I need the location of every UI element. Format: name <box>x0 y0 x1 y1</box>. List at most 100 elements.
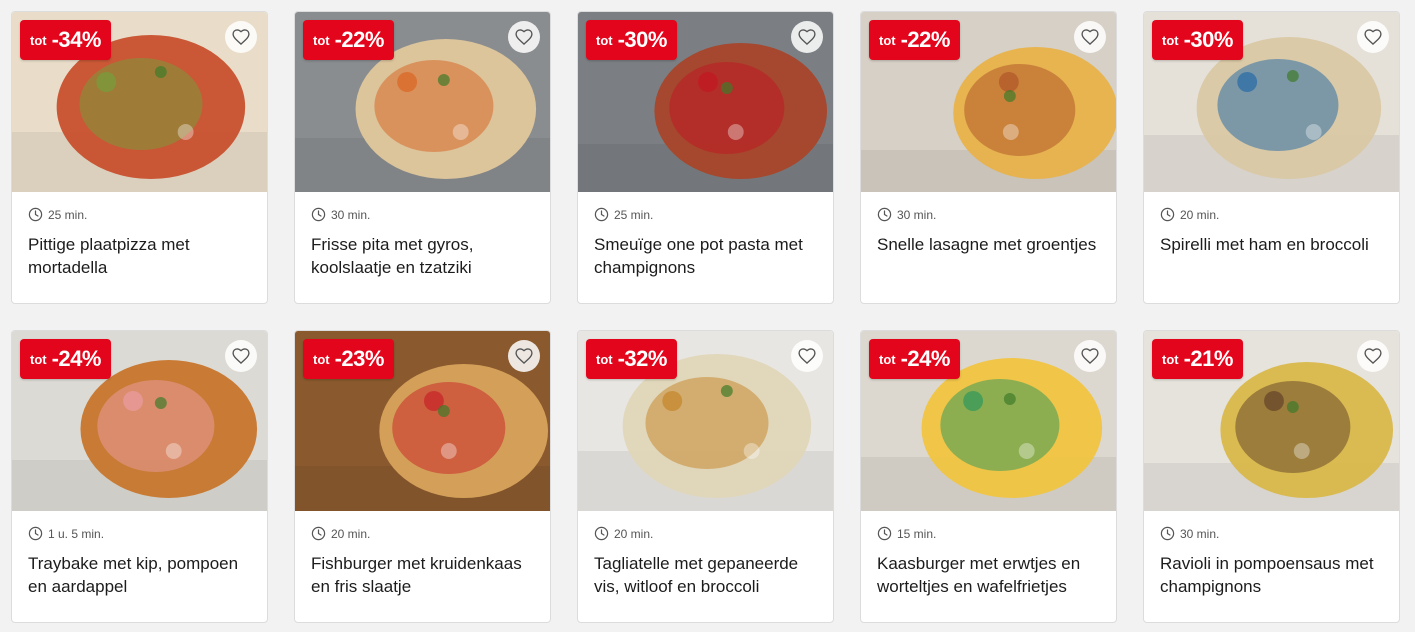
prep-time-label: 30 min. <box>331 207 371 222</box>
recipe-title[interactable]: Pittige plaatpizza met mortadella <box>28 233 251 279</box>
recipe-thumbnail[interactable]: tot -30% <box>578 12 833 192</box>
recipe-card[interactable]: tot -32% 20 min. Tagliatelle met gepanee… <box>577 330 834 623</box>
heart-outline-icon <box>515 348 533 364</box>
discount-prefix: tot <box>1162 351 1179 367</box>
recipe-card[interactable]: tot -22% 30 min. Frisse pita met gyros, … <box>294 11 551 304</box>
recipe-card[interactable]: tot -24% 15 min. Kaasburger met erwtjes … <box>860 330 1117 623</box>
discount-prefix: tot <box>313 351 330 367</box>
discount-value: -24% <box>51 346 102 371</box>
recipe-thumbnail[interactable]: tot -23% <box>295 331 550 511</box>
favorite-button[interactable] <box>225 340 257 372</box>
discount-value: -30% <box>1183 27 1234 52</box>
clock-icon <box>594 526 609 541</box>
recipe-title[interactable]: Ravioli in pompoensaus met champignons <box>1160 552 1383 598</box>
prep-time: 20 min. <box>1160 207 1399 222</box>
heart-outline-icon <box>1364 348 1382 364</box>
discount-prefix: tot <box>596 351 613 367</box>
discount-value: -23% <box>334 346 385 371</box>
prep-time: 20 min. <box>311 526 550 541</box>
discount-badge: tot -23% <box>303 339 394 379</box>
clock-icon <box>28 526 43 541</box>
prep-time-label: 20 min. <box>614 526 654 541</box>
prep-time-label: 20 min. <box>1180 207 1220 222</box>
prep-time: 1 u. 5 min. <box>28 526 267 541</box>
favorite-button[interactable] <box>1074 21 1106 53</box>
recipe-title[interactable]: Spirelli met ham en broccoli <box>1160 233 1383 256</box>
prep-time: 20 min. <box>594 526 833 541</box>
discount-badge: tot -24% <box>20 339 111 379</box>
recipe-card[interactable]: tot -21% 30 min. Ravioli in pompoensaus … <box>1143 330 1400 623</box>
discount-badge: tot -30% <box>1152 20 1243 60</box>
clock-icon <box>594 207 609 222</box>
recipe-thumbnail[interactable]: tot -22% <box>295 12 550 192</box>
recipe-card[interactable]: tot -30% 25 min. Smeuïge one pot pasta m… <box>577 11 834 304</box>
favorite-button[interactable] <box>1074 340 1106 372</box>
discount-value: -30% <box>617 27 668 52</box>
heart-outline-icon <box>1081 348 1099 364</box>
discount-prefix: tot <box>879 32 896 48</box>
recipe-thumbnail[interactable]: tot -22% <box>861 12 1116 192</box>
prep-time: 25 min. <box>28 207 267 222</box>
discount-value: -32% <box>617 346 668 371</box>
recipe-thumbnail[interactable]: tot -30% <box>1144 12 1399 192</box>
discount-value: -21% <box>1183 346 1234 371</box>
recipe-title[interactable]: Snelle lasagne met groentjes <box>877 233 1100 256</box>
heart-outline-icon <box>798 348 816 364</box>
discount-badge: tot -22% <box>303 20 394 60</box>
recipe-title[interactable]: Tagliatelle met gepaneerde vis, witloof … <box>594 552 817 598</box>
favorite-button[interactable] <box>508 340 540 372</box>
heart-outline-icon <box>798 29 816 45</box>
discount-badge: tot -34% <box>20 20 111 60</box>
clock-icon <box>311 207 326 222</box>
recipe-thumbnail[interactable]: tot -21% <box>1144 331 1399 511</box>
prep-time: 30 min. <box>877 207 1116 222</box>
discount-value: -34% <box>51 27 102 52</box>
recipe-card[interactable]: tot -30% 20 min. Spirelli met ham en bro… <box>1143 11 1400 304</box>
discount-prefix: tot <box>30 351 47 367</box>
discount-badge: tot -21% <box>1152 339 1243 379</box>
clock-icon <box>1160 207 1175 222</box>
prep-time-label: 25 min. <box>48 207 88 222</box>
discount-value: -22% <box>900 27 951 52</box>
discount-badge: tot -22% <box>869 20 960 60</box>
discount-value: -22% <box>334 27 385 52</box>
prep-time: 30 min. <box>1160 526 1399 541</box>
favorite-button[interactable] <box>225 21 257 53</box>
discount-badge: tot -24% <box>869 339 960 379</box>
discount-value: -24% <box>900 346 951 371</box>
recipe-title[interactable]: Kaasburger met erwtjes en worteltjes en … <box>877 552 1100 598</box>
prep-time-label: 1 u. 5 min. <box>48 526 105 541</box>
favorite-button[interactable] <box>791 21 823 53</box>
prep-time-label: 20 min. <box>331 526 371 541</box>
favorite-button[interactable] <box>791 340 823 372</box>
discount-badge: tot -30% <box>586 20 677 60</box>
recipe-thumbnail[interactable]: tot -24% <box>861 331 1116 511</box>
favorite-button[interactable] <box>1357 21 1389 53</box>
recipe-card[interactable]: tot -22% 30 min. Snelle lasagne met groe… <box>860 11 1117 304</box>
prep-time: 15 min. <box>877 526 1116 541</box>
favorite-button[interactable] <box>508 21 540 53</box>
discount-prefix: tot <box>313 32 330 48</box>
recipe-thumbnail[interactable]: tot -24% <box>12 331 267 511</box>
recipe-thumbnail[interactable]: tot -32% <box>578 331 833 511</box>
heart-outline-icon <box>232 348 250 364</box>
prep-time-label: 15 min. <box>897 526 937 541</box>
recipe-title[interactable]: Frisse pita met gyros, koolslaatje en tz… <box>311 233 534 279</box>
heart-outline-icon <box>1081 29 1099 45</box>
recipe-grid: tot -34% 25 min. Pittige plaatpizza met … <box>0 0 1415 632</box>
heart-outline-icon <box>232 29 250 45</box>
discount-prefix: tot <box>879 351 896 367</box>
recipe-card[interactable]: tot -34% 25 min. Pittige plaatpizza met … <box>11 11 268 304</box>
recipe-thumbnail[interactable]: tot -34% <box>12 12 267 192</box>
discount-badge: tot -32% <box>586 339 677 379</box>
heart-outline-icon <box>515 29 533 45</box>
recipe-card[interactable]: tot -24% 1 u. 5 min. Traybake met kip, p… <box>11 330 268 623</box>
recipe-title[interactable]: Traybake met kip, pompoen en aardappel <box>28 552 251 598</box>
recipe-title[interactable]: Smeuïge one pot pasta met champignons <box>594 233 817 279</box>
clock-icon <box>877 207 892 222</box>
clock-icon <box>1160 526 1175 541</box>
clock-icon <box>877 526 892 541</box>
recipe-title[interactable]: Fishburger met kruidenkaas en fris slaat… <box>311 552 534 598</box>
recipe-card[interactable]: tot -23% 20 min. Fishburger met kruidenk… <box>294 330 551 623</box>
favorite-button[interactable] <box>1357 340 1389 372</box>
